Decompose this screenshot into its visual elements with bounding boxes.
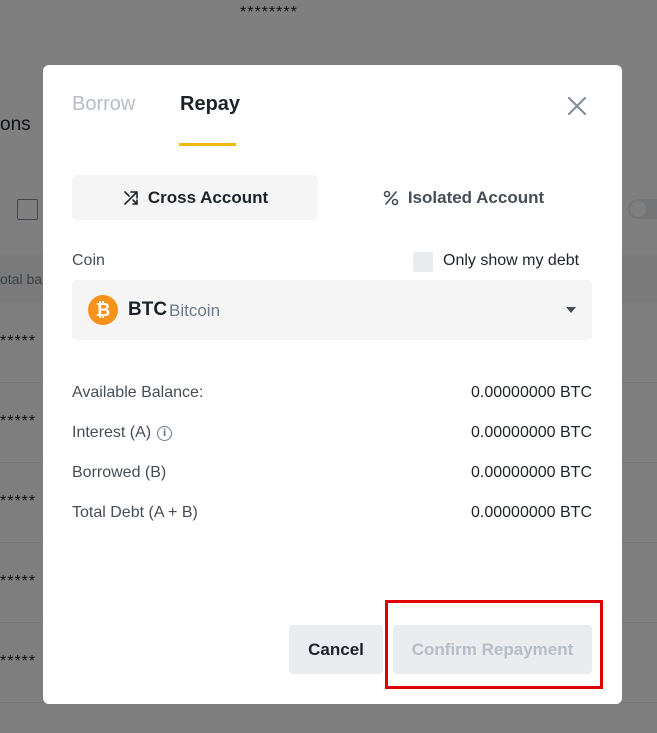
info-icon[interactable]: i (157, 425, 173, 441)
isolated-account-button[interactable]: Isolated Account (333, 175, 593, 220)
total-debt-row: Total Debt (A + B) 0.00000000 BTC (72, 504, 592, 528)
coin-select[interactable]: ₿ BTC Bitcoin (72, 280, 592, 340)
borrowed-row: Borrowed (B) 0.00000000 BTC (72, 464, 592, 488)
info-label: Interest (A) i (72, 424, 173, 442)
repay-modal: Borrow Repay Cross Account Isolated Acco… (43, 65, 622, 704)
cross-account-label: Cross Account (147, 187, 269, 207)
confirm-repayment-button[interactable]: Confirm Repayment (393, 625, 592, 674)
coin-symbol: BTC (128, 299, 168, 320)
info-value: 0.00000000 BTC (471, 384, 592, 401)
close-icon (567, 96, 587, 116)
cross-arrows-icon (124, 190, 138, 205)
chevron-down-icon (566, 307, 576, 313)
only-show-debt-label[interactable]: Only show my debt (443, 252, 579, 270)
available-balance-row: Available Balance: 0.00000000 BTC (72, 384, 592, 408)
coin-name: Bitcoin (169, 301, 221, 320)
tab-borrow[interactable]: Borrow (72, 93, 135, 116)
only-show-debt-checkbox[interactable] (413, 252, 433, 272)
percent-icon (383, 190, 399, 205)
info-value: 0.00000000 BTC (471, 504, 592, 521)
coin-label: Coin (72, 252, 105, 269)
active-tab-indicator (179, 143, 236, 146)
info-value: 0.00000000 BTC (471, 464, 592, 481)
info-label: Total Debt (A + B) (72, 504, 198, 521)
tab-repay[interactable]: Repay (180, 93, 240, 116)
interest-row: Interest (A) i 0.00000000 BTC (72, 424, 592, 448)
bitcoin-icon: ₿ (88, 295, 118, 325)
info-label: Borrowed (B) (72, 464, 167, 481)
close-button[interactable] (563, 92, 591, 120)
isolated-account-label: Isolated Account (407, 187, 545, 207)
info-label: Available Balance: (72, 384, 204, 401)
cancel-button[interactable]: Cancel (289, 625, 383, 674)
cross-account-button[interactable]: Cross Account (72, 175, 318, 220)
info-value: 0.00000000 BTC (471, 424, 592, 441)
